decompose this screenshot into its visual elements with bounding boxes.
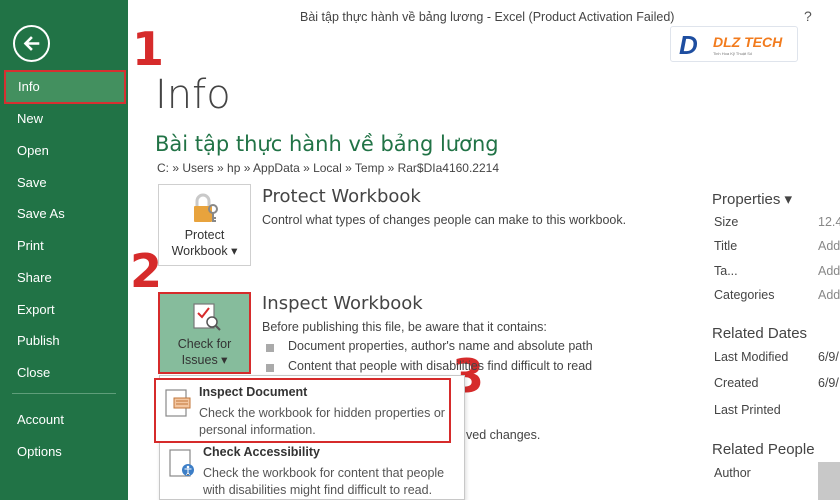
check-accessibility-item[interactable]: Check Accessibility Check the workbook f…	[160, 440, 464, 500]
dlz-tech-logo: D DLZ TECH Tinh Hoa Kỹ Thuật Số	[670, 26, 798, 62]
nav-save[interactable]: Save	[0, 168, 128, 198]
protect-label-line1: Protect	[184, 228, 225, 242]
check-accessibility-desc: Check the workbook for content that peop…	[203, 466, 445, 497]
back-button[interactable]	[13, 25, 50, 62]
created-label: Created	[714, 376, 759, 390]
created-value: 6/9/	[818, 376, 839, 390]
last-modified-value: 6/9/	[818, 350, 839, 364]
check-for-issues-button[interactable]: Check for Issues ▾	[158, 292, 251, 374]
nav-save-as[interactable]: Save As	[0, 199, 128, 229]
last-printed-label: Last Printed	[714, 403, 781, 417]
backstage-sidebar: Info New Open Save Save As Print Share E…	[0, 0, 128, 500]
related-dates-header: Related Dates	[712, 325, 808, 342]
file-path-breadcrumb[interactable]: C: » Users » hp » AppData » Local » Temp…	[157, 161, 499, 175]
back-arrow-icon	[23, 36, 40, 51]
logo-mark: D	[679, 30, 698, 60]
prop-categories-value[interactable]: Add	[818, 288, 840, 302]
nav-new[interactable]: New	[0, 104, 128, 134]
inspect-workbook-title: Inspect Workbook	[262, 293, 423, 314]
author-avatar	[818, 462, 840, 500]
check-accessibility-title: Check Accessibility	[203, 445, 320, 459]
nav-divider	[12, 393, 116, 394]
page-title: Info	[155, 72, 231, 118]
nav-account[interactable]: Account	[0, 405, 128, 435]
inspect-workbook-desc: Before publishing this file, be aware th…	[262, 320, 547, 334]
inspect-document-icon	[165, 389, 191, 417]
inspect-bullet: Document properties, author's name and a…	[262, 339, 593, 353]
inspect-document-desc: Check the workbook for hidden properties…	[199, 406, 445, 437]
check-issues-dropdown: Inspect Document Check the workbook for …	[154, 375, 465, 500]
protect-workbook-label: Protect Workbook ▾	[159, 227, 250, 259]
check-issues-label-line2: Issues ▾	[181, 353, 228, 367]
protect-workbook-button[interactable]: Protect Workbook ▾	[158, 184, 251, 266]
help-button[interactable]: ?	[804, 8, 812, 24]
nav-open[interactable]: Open	[0, 136, 128, 166]
prop-categories-label: Categories	[714, 288, 775, 302]
inspect-hidden-tail: ved changes.	[466, 428, 541, 442]
protect-workbook-desc: Control what types of changes people can…	[262, 213, 627, 227]
nav-share[interactable]: Share	[0, 263, 128, 293]
properties-header[interactable]: Properties ▾	[712, 190, 792, 208]
check-issues-label: Check for Issues ▾	[160, 336, 249, 368]
prop-size-value: 12.4	[818, 215, 840, 229]
nav-export[interactable]: Export	[0, 295, 128, 325]
prop-size-label: Size	[714, 215, 739, 229]
protect-workbook-title: Protect Workbook	[262, 186, 421, 207]
step-marker-1: 1	[132, 22, 165, 76]
nav-close[interactable]: Close	[0, 358, 128, 388]
last-modified-label: Last Modified	[714, 350, 789, 364]
inspect-bullet: Content that people with disabilities fi…	[262, 359, 592, 373]
check-accessibility-icon	[169, 449, 194, 477]
check-issues-label-line1: Check for	[177, 337, 232, 351]
protect-label-line2: Workbook ▾	[171, 244, 238, 258]
nav-print[interactable]: Print	[0, 231, 128, 261]
nav-publish[interactable]: Publish	[0, 326, 128, 356]
nav-info[interactable]: Info	[4, 70, 126, 104]
logo-text: DLZ TECH	[713, 34, 783, 50]
prop-tags-value[interactable]: Add	[818, 264, 840, 278]
nav-options[interactable]: Options	[0, 437, 128, 467]
logo-tagline: Tinh Hoa Kỹ Thuật Số	[713, 51, 753, 56]
related-people-header: Related People	[712, 441, 815, 458]
check-issues-icon	[193, 303, 221, 331]
prop-tags-label: Ta...	[714, 264, 738, 278]
inspect-document-title: Inspect Document	[199, 385, 308, 399]
prop-title-label: Title	[714, 239, 738, 253]
document-name: Bài tập thực hành về bảng lương	[155, 132, 499, 156]
author-label: Author	[714, 466, 751, 480]
lock-key-icon	[194, 193, 218, 222]
inspect-document-item[interactable]: Inspect Document Check the workbook for …	[154, 378, 451, 443]
prop-title-value[interactable]: Add	[818, 239, 840, 253]
window-title: Bài tập thực hành về bảng lương - Excel …	[300, 10, 675, 24]
